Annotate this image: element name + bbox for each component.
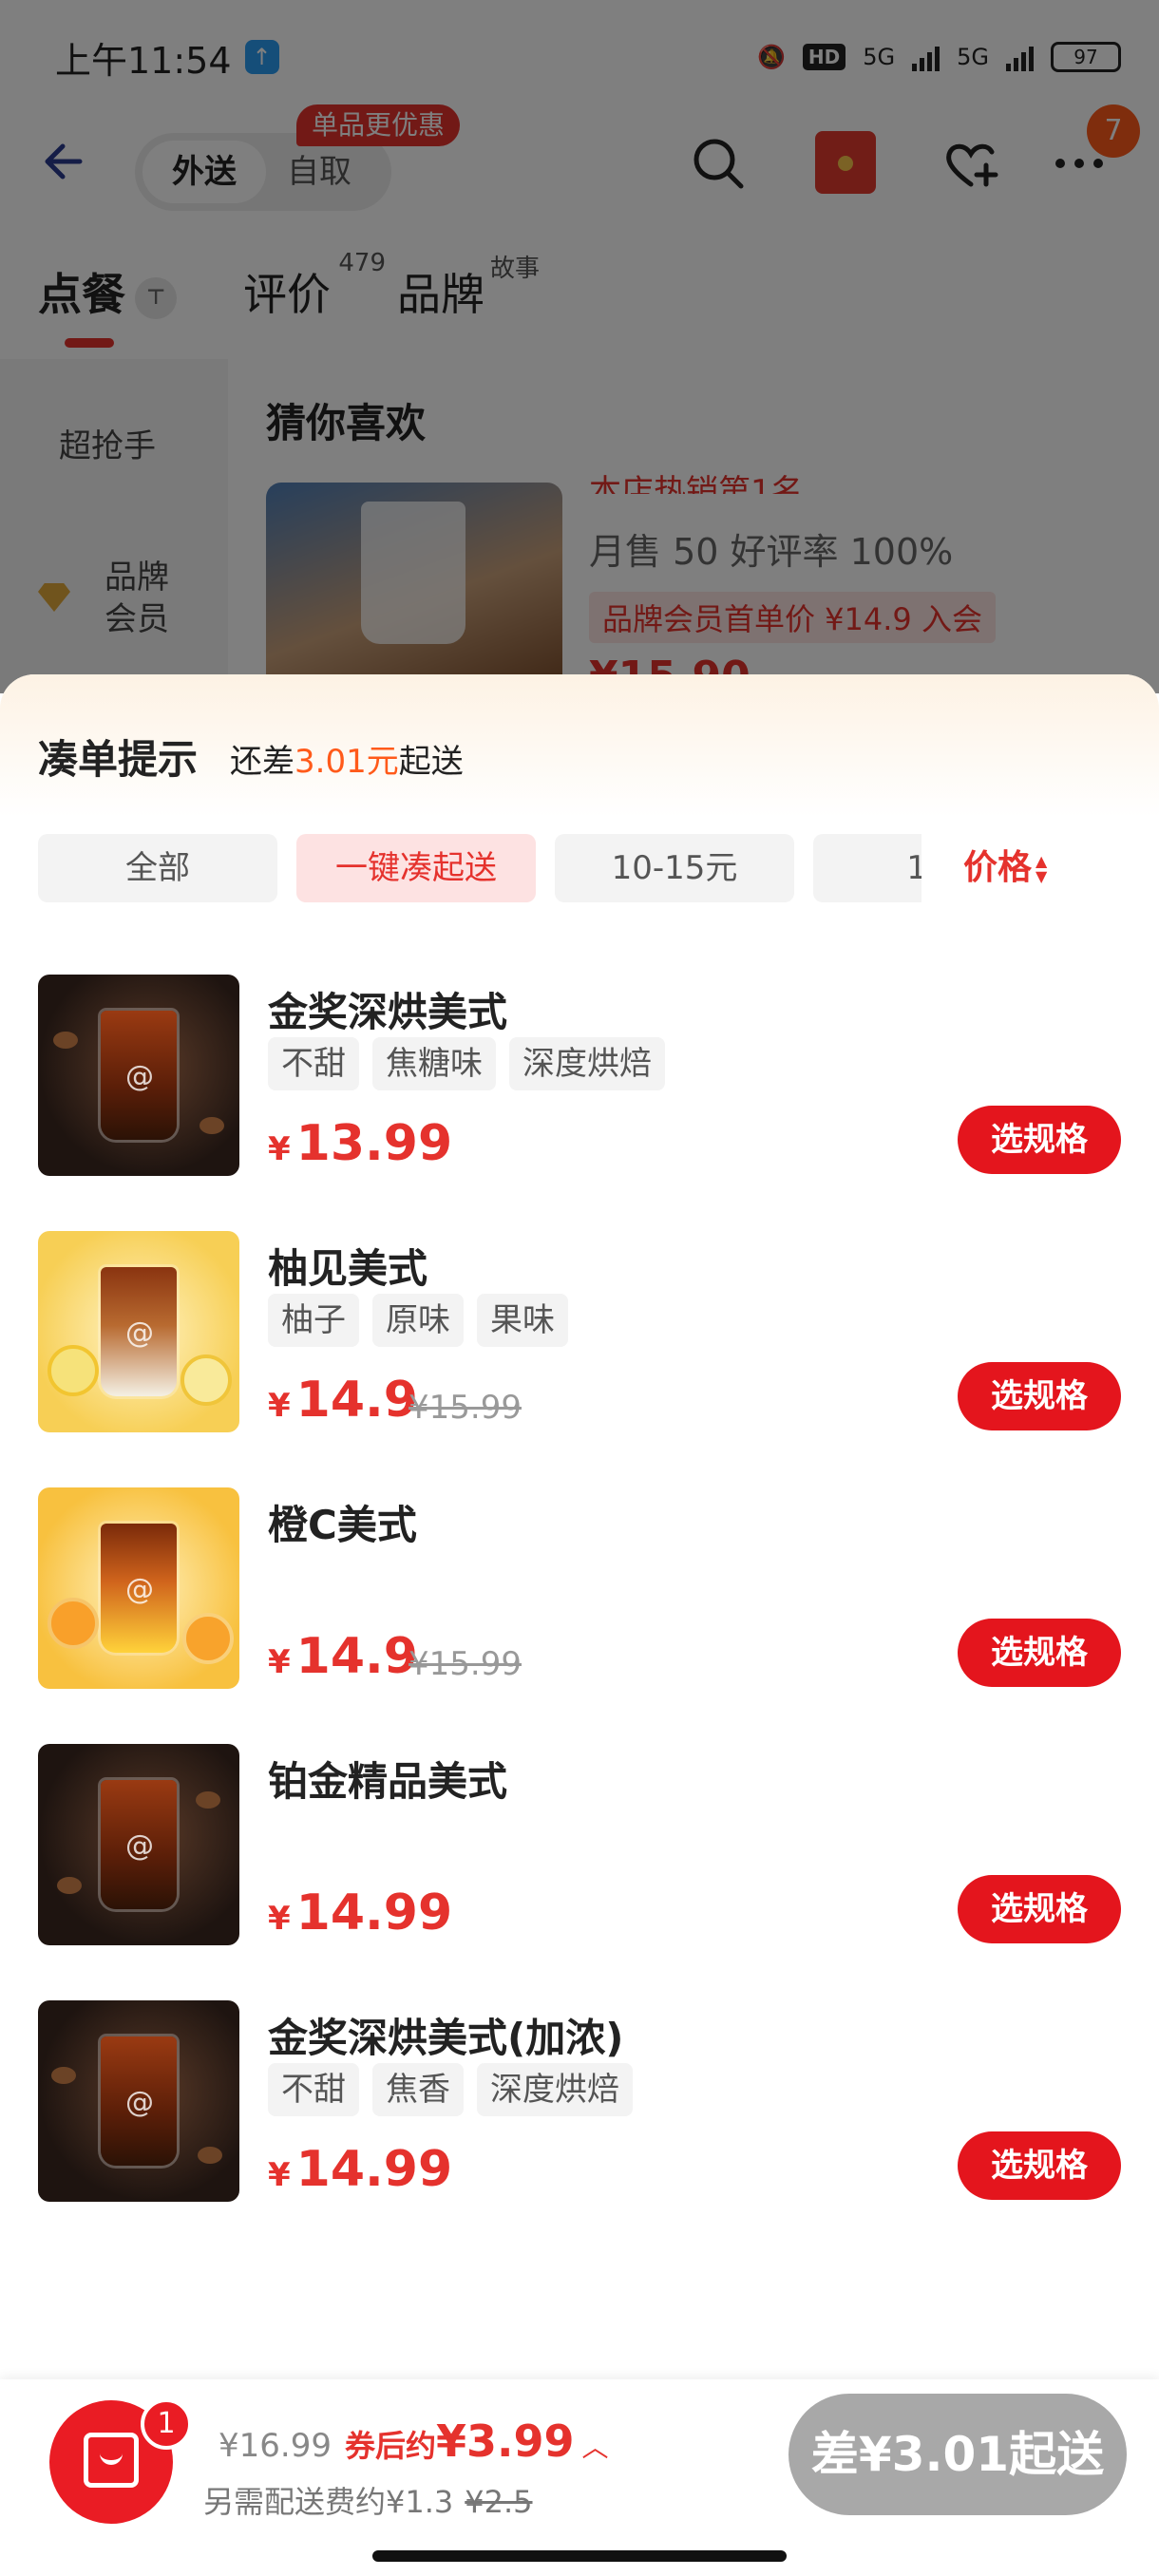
product-tag: 深度烘焙 bbox=[509, 1037, 665, 1090]
bean-graphic bbox=[200, 1117, 224, 1134]
chevron-up-icon[interactable]: ︿ bbox=[582, 2427, 609, 2465]
product-tags: 不甜 焦糖味 深度烘焙 bbox=[268, 1037, 665, 1090]
bean-graphic bbox=[53, 1032, 78, 1049]
store-page-background: 上午11:54 ↑ 🔕 HD 5G 5G 97 外送 自取 单品更优惠 bbox=[0, 0, 1159, 693]
product-image[interactable] bbox=[38, 1744, 239, 1945]
coffee-cup-graphic bbox=[101, 1780, 177, 1909]
currency-symbol: ¥ bbox=[268, 1130, 291, 1168]
product-row[interactable]: 铂金精品美式 ¥14.99 选规格 bbox=[0, 1744, 1159, 2000]
currency-symbol: ¥ bbox=[268, 2156, 291, 2194]
coffee-cup-graphic bbox=[101, 1011, 177, 1140]
product-name: 金奖深烘美式(加浓) bbox=[268, 2015, 624, 2061]
product-tag: 果味 bbox=[477, 1294, 568, 1347]
sub-suffix: 起送 bbox=[398, 743, 464, 781]
lemon-graphic bbox=[48, 1345, 99, 1396]
product-tag: 焦香 bbox=[372, 2063, 464, 2116]
bean-graphic bbox=[196, 1791, 220, 1809]
sort-label: 价格 bbox=[963, 848, 1033, 887]
product-price: ¥13.99 bbox=[268, 1115, 452, 1172]
after-coupon-value: ¥3.99 bbox=[435, 2415, 575, 2467]
price-value: 14.9 bbox=[295, 1372, 418, 1429]
select-spec-button[interactable]: 选规格 bbox=[958, 1362, 1121, 1430]
orange-graphic bbox=[182, 1613, 234, 1664]
checkout-button[interactable]: 差¥3.01起送 bbox=[788, 2394, 1127, 2515]
filter-10-15[interactable]: 10-15元 bbox=[555, 834, 794, 902]
select-spec-button[interactable]: 选规格 bbox=[958, 2131, 1121, 2200]
sheet-title: 凑单提示 bbox=[38, 736, 199, 783]
bean-graphic bbox=[51, 2067, 76, 2084]
sub-gap-amount: 3.01元 bbox=[294, 743, 399, 781]
product-row[interactable]: 金奖深烘美式 不甜 焦糖味 深度烘焙 ¥13.99 选规格 bbox=[0, 975, 1159, 1231]
modal-overlay[interactable] bbox=[0, 0, 1159, 693]
product-tags: 柚子 原味 果味 bbox=[268, 1294, 568, 1347]
sort-by-price[interactable]: 价格 ▲ ▼ bbox=[963, 834, 1047, 902]
product-row[interactable]: 柚见美式 柚子 原味 果味 ¥14.9 ¥15.99 选规格 bbox=[0, 1231, 1159, 1487]
bean-graphic bbox=[57, 1877, 82, 1894]
addon-sheet: 凑单提示 还差3.01元起送 全部 一键凑起送 10-15元 15- 价格▲▼ … bbox=[0, 674, 1159, 2576]
after-coupon-label: 券后约 bbox=[344, 2428, 436, 2464]
lemon-graphic bbox=[180, 1354, 232, 1406]
original-price: ¥15.99 bbox=[408, 1645, 522, 1683]
product-tag: 不甜 bbox=[268, 2063, 359, 2116]
price-value: 14.99 bbox=[295, 1885, 453, 1941]
product-tags: 不甜 焦香 深度烘焙 bbox=[268, 2063, 633, 2116]
bean-graphic bbox=[198, 2147, 222, 2164]
product-price: ¥14.9 bbox=[268, 1372, 418, 1429]
coffee-cup-graphic bbox=[101, 2036, 177, 2166]
select-spec-button[interactable]: 选规格 bbox=[958, 1875, 1121, 1943]
original-price: ¥15.99 bbox=[408, 1389, 522, 1427]
filter-one-click[interactable]: 一键凑起送 bbox=[296, 834, 536, 902]
shopping-bag-icon bbox=[84, 2433, 139, 2488]
product-row[interactable]: 橙C美式 ¥14.9 ¥15.99 选规格 bbox=[0, 1487, 1159, 1744]
home-indicator[interactable] bbox=[372, 2550, 787, 2562]
select-spec-button[interactable]: 选规格 bbox=[958, 1106, 1121, 1174]
filter-15-plus[interactable]: 15- bbox=[813, 834, 922, 902]
product-name: 金奖深烘美式 bbox=[268, 989, 508, 1035]
currency-symbol: ¥ bbox=[268, 1643, 291, 1681]
currency-symbol: ¥ bbox=[268, 1387, 291, 1425]
price-value: 13.99 bbox=[295, 1115, 453, 1172]
price-value: 14.99 bbox=[295, 2141, 453, 2198]
coffee-cup-graphic bbox=[101, 1267, 177, 1396]
cart-count-badge: 1 bbox=[141, 2398, 192, 2450]
product-tag: 深度烘焙 bbox=[477, 2063, 633, 2116]
product-image[interactable] bbox=[38, 1487, 239, 1689]
sort-arrows-icon: ▲ ▼ bbox=[1036, 852, 1048, 885]
product-name: 柚见美式 bbox=[268, 1245, 428, 1292]
coffee-cup-graphic bbox=[101, 1524, 177, 1653]
product-row[interactable]: 金奖深烘美式(加浓) 不甜 焦香 深度烘焙 ¥14.99 选规格 bbox=[0, 2000, 1159, 2257]
price-filter-chips: 全部 一键凑起送 10-15元 15- bbox=[38, 834, 922, 902]
cart-total: ¥16.99 bbox=[218, 2427, 332, 2465]
cart-bar: 1 ¥16.99 券后约 ¥3.99 ︿ 另需配送费约¥1.3 ¥2.5 差¥3.… bbox=[0, 2379, 1159, 2576]
product-name: 橙C美式 bbox=[268, 1502, 417, 1548]
select-spec-button[interactable]: 选规格 bbox=[958, 1619, 1121, 1687]
delivery-fee-old: ¥2.5 bbox=[465, 2484, 533, 2520]
product-price: ¥14.9 bbox=[268, 1628, 418, 1685]
orange-graphic bbox=[48, 1598, 99, 1649]
filter-all[interactable]: 全部 bbox=[38, 834, 277, 902]
currency-symbol: ¥ bbox=[268, 1900, 291, 1938]
cart-price-line[interactable]: ¥16.99 券后约 ¥3.99 ︿ bbox=[218, 2415, 609, 2467]
product-tag: 原味 bbox=[372, 1294, 464, 1347]
product-name: 铂金精品美式 bbox=[268, 1758, 508, 1805]
delivery-fee-line: 另需配送费约¥1.3 ¥2.5 bbox=[203, 2478, 533, 2522]
product-image[interactable] bbox=[38, 975, 239, 1176]
price-value: 14.9 bbox=[295, 1628, 418, 1685]
product-image[interactable] bbox=[38, 1231, 239, 1432]
product-tag: 不甜 bbox=[268, 1037, 359, 1090]
product-tag: 柚子 bbox=[268, 1294, 359, 1347]
product-image[interactable] bbox=[38, 2000, 239, 2202]
delivery-fee: 另需配送费约¥1.3 bbox=[203, 2484, 454, 2520]
product-price: ¥14.99 bbox=[268, 2141, 452, 2198]
product-tag: 焦糖味 bbox=[372, 1037, 496, 1090]
sub-prefix: 还差 bbox=[230, 743, 294, 781]
product-price: ¥14.99 bbox=[268, 1885, 452, 1941]
sheet-subtitle: 还差3.01元起送 bbox=[230, 735, 464, 782]
